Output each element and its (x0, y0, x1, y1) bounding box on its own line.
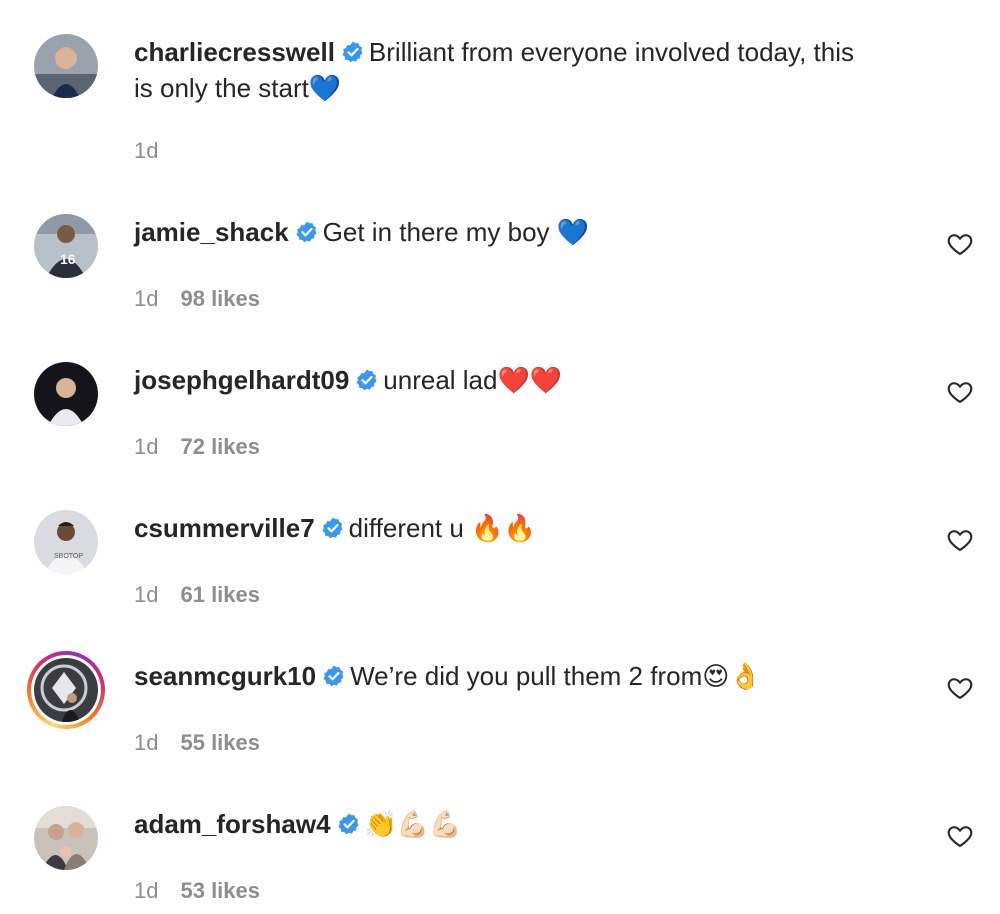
username-link[interactable]: charliecresswell (134, 37, 335, 67)
avatar[interactable] (34, 806, 98, 870)
avatar[interactable]: SBOTOP (34, 510, 98, 574)
comment-body: charliecresswell Brilliant from everyone … (134, 34, 944, 107)
heart-outline-icon[interactable] (946, 674, 974, 702)
avatar (34, 658, 98, 722)
username-link[interactable]: csummerville7 (134, 513, 315, 543)
comment-time[interactable]: 1d (134, 286, 158, 311)
avatar[interactable] (34, 362, 98, 426)
verified-badge-icon (338, 813, 359, 835)
comment-emoji: 😍👌 (702, 662, 762, 692)
comment-time[interactable]: 1d (134, 730, 158, 755)
comment-time[interactable]: 1d (134, 878, 158, 903)
avatar-story-ring[interactable] (27, 651, 105, 729)
comment-meta: 1d 53 likes (134, 878, 260, 904)
verified-badge-icon (296, 221, 317, 243)
likes-count[interactable]: 55 likes (180, 730, 260, 755)
heart-outline-icon[interactable] (946, 230, 974, 258)
verified-badge-icon (356, 369, 377, 391)
comment-meta: 1d 61 likes (134, 582, 260, 608)
avatar[interactable]: 16 (34, 214, 98, 278)
likes-count[interactable]: 72 likes (180, 434, 260, 459)
comment-emoji: 💙 (556, 218, 590, 248)
comment-text-line2: is only the start (134, 73, 309, 103)
avatar[interactable] (34, 34, 98, 98)
username-link[interactable]: seanmcgurk10 (134, 661, 316, 691)
svg-text:SBOTOP: SBOTOP (54, 553, 83, 560)
comment-text: Get in there my boy (322, 217, 550, 247)
comment-time[interactable]: 1d (134, 138, 158, 163)
comment-time[interactable]: 1d (134, 434, 158, 459)
comment-body: josephgelhardt09 unreal lad❤️❤️ (134, 362, 944, 399)
comment-text: different u (348, 513, 464, 543)
comment-time[interactable]: 1d (134, 582, 158, 607)
svg-text:16: 16 (60, 251, 76, 267)
verified-badge-icon (323, 665, 344, 687)
username-link[interactable]: adam_forshaw4 (134, 809, 331, 839)
heart-outline-icon[interactable] (946, 378, 974, 406)
comment-emoji: 💙 (308, 74, 342, 104)
heart-outline-icon[interactable] (946, 822, 974, 850)
username-link[interactable]: josephgelhardt09 (134, 365, 349, 395)
comment-emoji: ❤️❤️ (497, 366, 563, 396)
comment-text: We’re did you pull them 2 from (350, 661, 703, 691)
verified-badge-icon (322, 517, 343, 539)
comment-text: unreal lad (383, 365, 498, 395)
comment-body: jamie_shack Get in there my boy 💙 (134, 214, 944, 251)
username-link[interactable]: jamie_shack (134, 217, 289, 247)
comment-emoji: 👏💪🏻💪🏻 (364, 810, 462, 840)
comment-meta: 1d 72 likes (134, 434, 260, 460)
comment-meta: 1d 98 likes (134, 286, 260, 312)
comment-meta: 1d (134, 138, 158, 164)
comment-body: seanmcgurk10 We’re did you pull them 2 fr… (134, 658, 944, 695)
comment-emoji: 🔥🔥 (471, 514, 536, 544)
likes-count[interactable]: 61 likes (180, 582, 260, 607)
comment-text: Brilliant from everyone involved today, … (368, 37, 854, 67)
comment-body: adam_forshaw4 👏💪🏻💪🏻 (134, 806, 944, 843)
comment-meta: 1d 55 likes (134, 730, 260, 756)
comment-body: csummerville7 different u 🔥🔥 (134, 510, 944, 547)
heart-outline-icon[interactable] (946, 526, 974, 554)
verified-badge-icon (342, 41, 363, 63)
comment-charliecresswell: charliecresswell Brilliant from everyone … (0, 0, 1000, 180)
likes-count[interactable]: 98 likes (180, 286, 260, 311)
likes-count[interactable]: 53 likes (180, 878, 260, 903)
